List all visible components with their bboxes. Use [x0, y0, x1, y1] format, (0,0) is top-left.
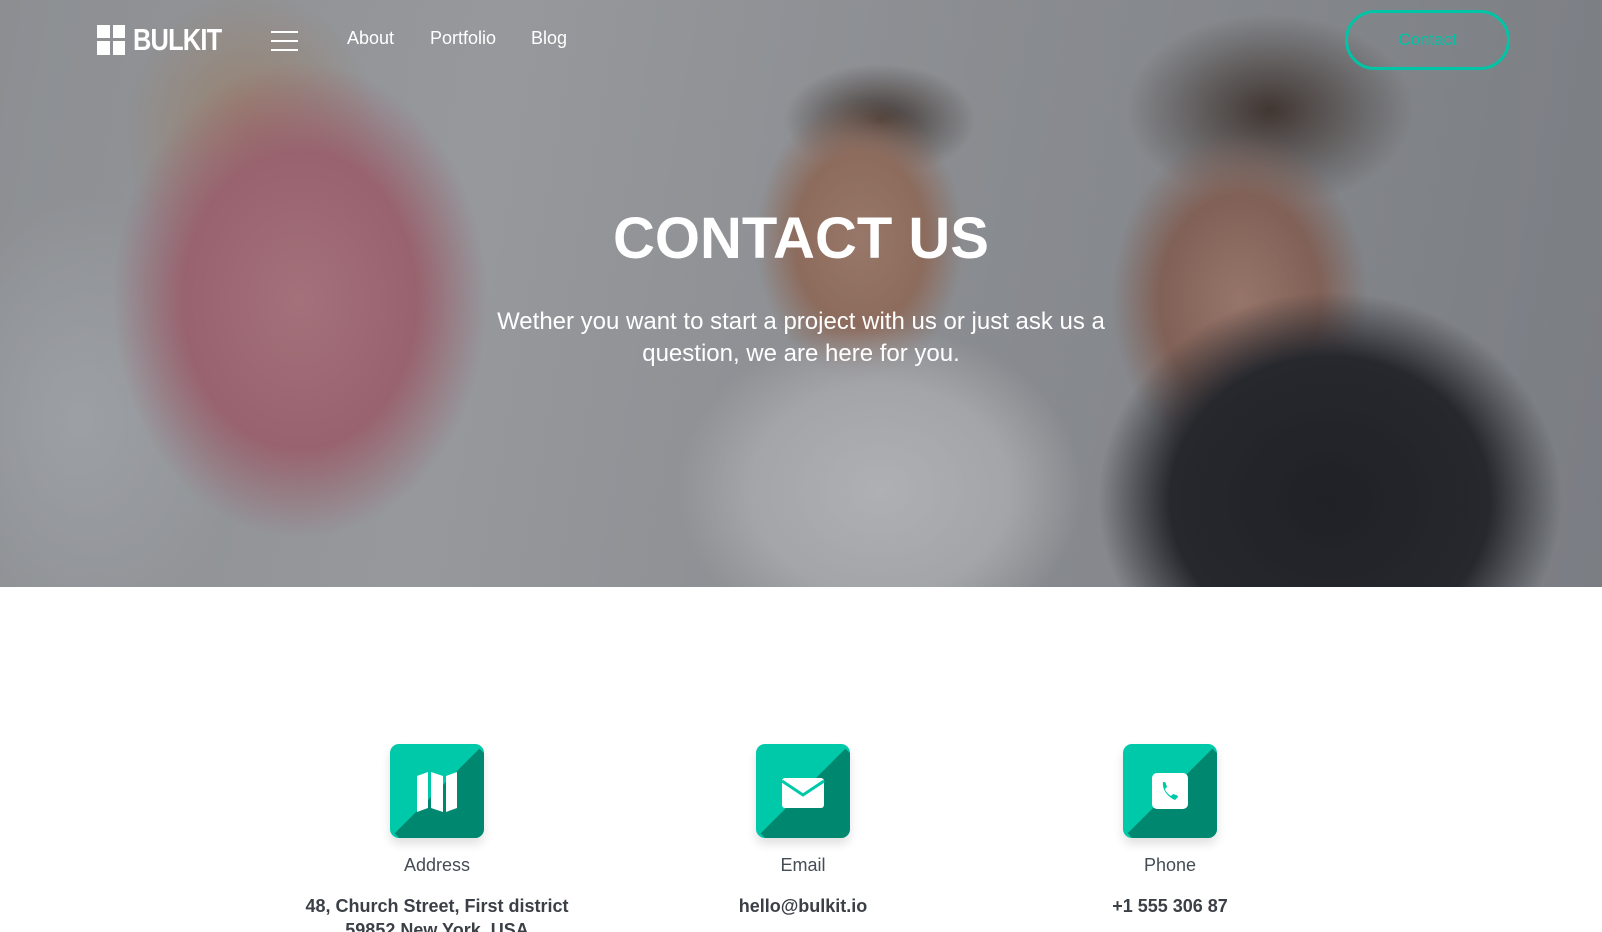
phone-label: Phone [1143, 855, 1197, 875]
hero-subtitle: Wether you want to start a project with … [497, 308, 1105, 367]
nav-link-portfolio[interactable]: Portfolio [430, 28, 496, 49]
navbar: BULKIT About Portfolio Blog Contact [0, 0, 1602, 80]
phone-block: Phone +1 555 306 87 [1020, 744, 1320, 918]
map-icon [390, 744, 484, 838]
hamburger-menu-icon[interactable] [271, 31, 298, 51]
address-block: Address 48, Church Street, First distric… [287, 744, 587, 932]
contact-button[interactable]: Contact [1345, 10, 1510, 70]
envelope-icon [756, 744, 850, 838]
address-label: Address [403, 855, 471, 875]
email-block: Email hello@bulkit.io [653, 744, 953, 918]
nav-link-about[interactable]: About [347, 28, 394, 49]
email-label: Email [780, 855, 826, 875]
logo-mark-icon [97, 24, 125, 55]
hero-section: BULKIT About Portfolio Blog Contact CONT… [0, 0, 1602, 587]
address-value: 48, Church Street, First district 59852 … [287, 894, 587, 932]
logo-text: BULKIT [133, 22, 222, 57]
address-line-1: 48, Church Street, First district [305, 896, 569, 916]
nav-link-blog[interactable]: Blog [531, 28, 567, 49]
page-title: CONTACT US [613, 206, 989, 271]
email-value[interactable]: hello@bulkit.io [653, 894, 953, 918]
logo[interactable]: BULKIT [97, 24, 241, 55]
address-line-2: 59852 New York, USA [345, 920, 529, 932]
phone-icon [1123, 744, 1217, 838]
phone-value[interactable]: +1 555 306 87 [1020, 894, 1320, 918]
